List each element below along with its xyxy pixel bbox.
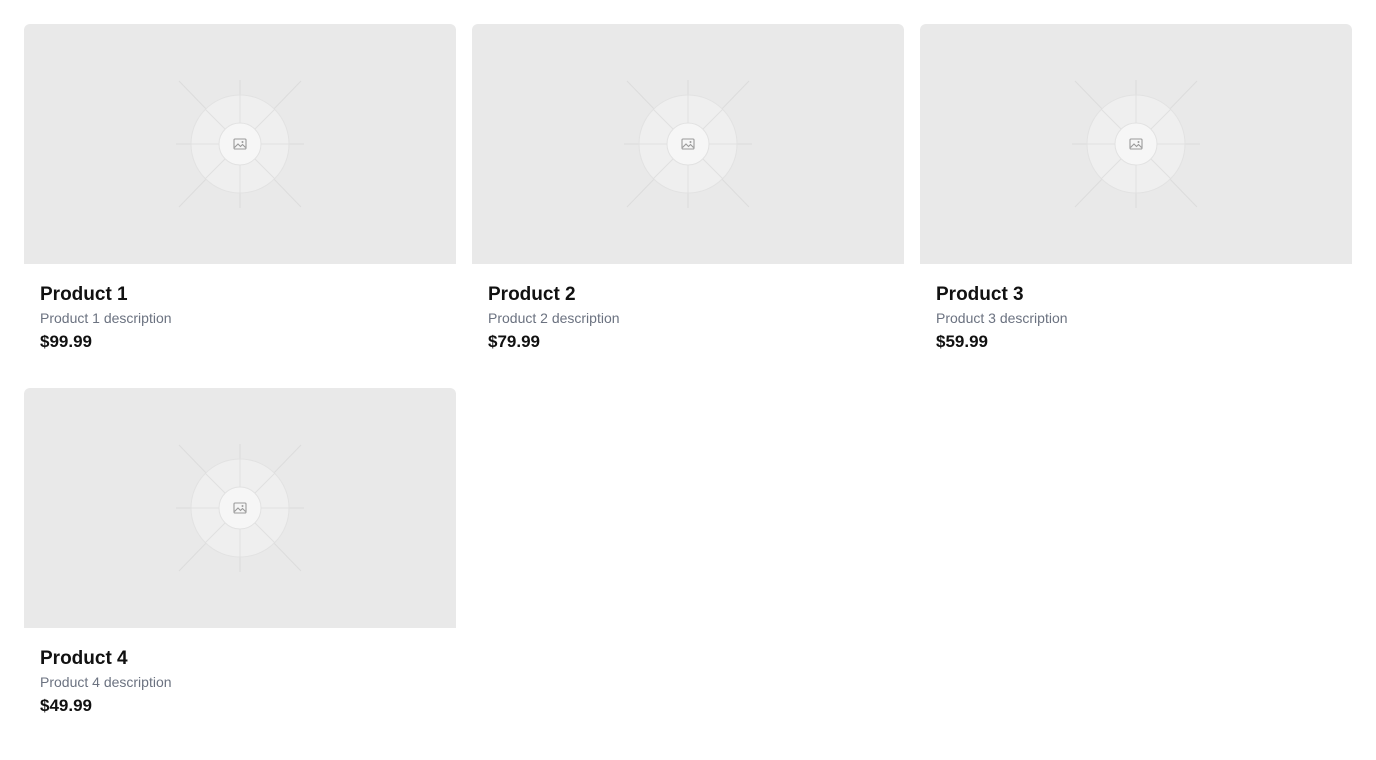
image-placeholder-icon: [233, 502, 247, 514]
product-price: $79.99: [488, 332, 540, 351]
product-title: Product 2: [488, 284, 576, 305]
product-description: Product 4 description: [40, 674, 172, 690]
product-title: Product 1: [40, 284, 128, 305]
product-price: $59.99: [936, 332, 988, 351]
product-description: Product 2 description: [488, 310, 620, 326]
product-image-placeholder: [920, 24, 1352, 264]
product-description: Product 3 description: [936, 310, 1068, 326]
image-placeholder-icon: [681, 138, 695, 150]
product-grid: Product 1 Product 1 description $99.99 P…: [24, 24, 1352, 752]
product-image-placeholder: [472, 24, 904, 264]
product-card[interactable]: Product 2 Product 2 description $79.99: [472, 24, 904, 388]
product-image-placeholder: [24, 24, 456, 264]
product-price: $49.99: [40, 696, 92, 715]
product-description: Product 1 description: [40, 310, 172, 326]
product-card[interactable]: Product 3 Product 3 description $59.99: [920, 24, 1352, 388]
product-title: Product 3: [936, 284, 1024, 305]
image-placeholder-icon: [233, 138, 247, 150]
product-price: $99.99: [40, 332, 92, 351]
product-card[interactable]: Product 1 Product 1 description $99.99: [24, 24, 456, 388]
product-title: Product 4: [40, 648, 128, 669]
product-image-placeholder: [24, 388, 456, 628]
image-placeholder-icon: [1129, 138, 1143, 150]
product-card[interactable]: Product 4 Product 4 description $49.99: [24, 388, 456, 752]
